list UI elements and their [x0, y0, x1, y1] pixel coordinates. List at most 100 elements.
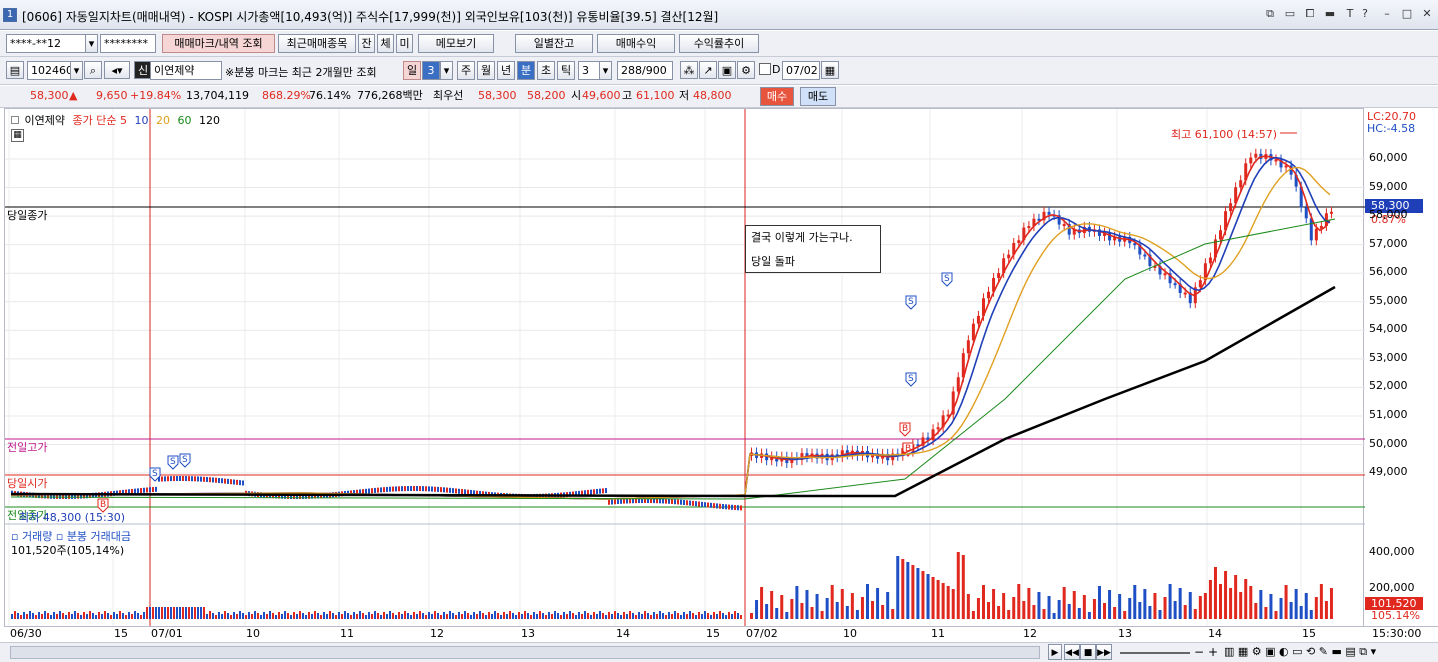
- volume-bar: [296, 614, 298, 619]
- volume-bar: [638, 612, 640, 619]
- volume-bar: [224, 611, 226, 619]
- help-icon[interactable]: ?: [1358, 7, 1372, 21]
- password-field[interactable]: ********: [100, 34, 156, 53]
- restore-layout-icon[interactable]: ⧉: [1263, 7, 1277, 21]
- date-checkbox[interactable]: [759, 63, 771, 75]
- profit-trend-button[interactable]: 수익률추이: [679, 34, 759, 53]
- sell-button[interactable]: 매도: [800, 87, 836, 106]
- volume-bar: [1173, 601, 1177, 619]
- candle: [1249, 157, 1253, 164]
- candle: [167, 476, 169, 482]
- period-month[interactable]: 월: [477, 61, 495, 80]
- daily-balance-button[interactable]: 일별잔고: [515, 34, 593, 53]
- minimize-icon[interactable]: –: [1380, 7, 1394, 21]
- period-tick[interactable]: 틱: [557, 61, 575, 80]
- volume-bar: [1163, 597, 1167, 619]
- unexecuted-tab[interactable]: 미: [396, 34, 413, 53]
- stop-icon[interactable]: ■: [1080, 644, 1096, 660]
- account-dropdown-icon[interactable]: ▾: [85, 34, 98, 53]
- mark-letter: S: [908, 374, 914, 384]
- volume-bar: [455, 615, 457, 619]
- candle: [623, 498, 625, 504]
- text-icon[interactable]: T: [1343, 7, 1357, 21]
- volume-bar: [374, 611, 376, 619]
- volume-bar: [398, 612, 400, 619]
- candle: [215, 477, 217, 483]
- period-week[interactable]: 주: [457, 61, 475, 80]
- close-icon[interactable]: ✕: [1420, 7, 1434, 21]
- indicator-icon[interactable]: ⁂: [680, 61, 698, 79]
- table-icon[interactable]: ▦: [11, 129, 24, 142]
- trade-mark-query-button[interactable]: 매매마크/내역 조회: [162, 34, 275, 53]
- drawing-tool-icon[interactable]: ↗: [699, 61, 717, 79]
- price-axis-label: 60,000: [1369, 151, 1408, 164]
- memo-box[interactable]: 결국 이렇게 가는구나. 당일 돌파: [745, 225, 881, 273]
- volume-bar: [593, 612, 595, 619]
- volume-bar: [182, 607, 184, 619]
- pin-icon[interactable]: ▬: [1323, 7, 1337, 21]
- maximize-icon[interactable]: □: [1400, 7, 1414, 21]
- period-minute[interactable]: 분: [517, 61, 535, 80]
- image-icon[interactable]: ▭: [1283, 7, 1297, 21]
- volume-bar: [284, 611, 286, 619]
- candle: [365, 488, 367, 494]
- price-axis-label: 49,000: [1369, 465, 1408, 479]
- period-year[interactable]: 년: [497, 61, 515, 80]
- candle: [608, 499, 610, 505]
- volume-bar: [323, 612, 325, 619]
- period-second[interactable]: 초: [537, 61, 555, 80]
- chart-canvas[interactable]: SS SSSSBBB: [5, 109, 1365, 629]
- volume-bar: [263, 612, 265, 619]
- candle: [1062, 224, 1066, 227]
- volume-bar: [125, 615, 127, 619]
- volume-bar: [695, 615, 697, 619]
- fast-forward-icon[interactable]: ▶▶: [1096, 644, 1112, 660]
- candle: [368, 488, 370, 494]
- date-field[interactable]: 07/02: [782, 61, 820, 80]
- volume-bar: [992, 589, 996, 619]
- volume-bar: [1234, 575, 1238, 619]
- buy-button[interactable]: 매수: [760, 87, 794, 106]
- calendar-icon[interactable]: ▦: [821, 61, 839, 79]
- zoom-in-icon[interactable]: +: [1208, 645, 1218, 659]
- volume-bar: [617, 613, 619, 619]
- period-day[interactable]: 일: [403, 61, 421, 80]
- horizontal-scrollbar[interactable]: [10, 646, 1040, 659]
- period-dropdown-icon[interactable]: ▾: [440, 61, 453, 80]
- chart-panel[interactable]: SSSSSSBBB 이연제약 종가 단순 5 10 20 60 120 ▦ 당일…: [4, 108, 1365, 629]
- stock-name-field[interactable]: 이연제약: [150, 61, 222, 80]
- layout-icon[interactable]: ▤: [6, 61, 24, 79]
- interval-dropdown-icon[interactable]: ▾: [599, 61, 612, 80]
- volume-bar: [599, 611, 601, 619]
- volume-bar: [239, 611, 241, 619]
- search-icon[interactable]: ⌕: [84, 61, 102, 79]
- rewind-icon[interactable]: ◀◀: [1064, 644, 1080, 660]
- candle-count-field[interactable]: 288/900: [617, 61, 673, 80]
- scroll-right-icon[interactable]: ▶: [1048, 644, 1062, 660]
- stock-code-field[interactable]: 102460: [27, 61, 71, 80]
- volume-pct: 868.29%: [262, 89, 311, 102]
- interval-field[interactable]: 3: [578, 61, 600, 80]
- code-dropdown-icon[interactable]: ▾: [70, 61, 83, 80]
- executed-tab[interactable]: 체: [377, 34, 394, 53]
- zoom-out-icon[interactable]: −: [1194, 645, 1204, 659]
- volume-bar: [395, 615, 397, 619]
- save-icon[interactable]: ▣: [718, 61, 736, 79]
- candle: [1183, 292, 1187, 295]
- settings-icon[interactable]: ⚙: [737, 61, 755, 79]
- memo-view-button[interactable]: 메모보기: [418, 34, 494, 53]
- candle: [614, 499, 616, 505]
- account-field[interactable]: ****-**12: [6, 34, 86, 53]
- volume-axis-label: 400,000: [1369, 545, 1415, 558]
- trade-profit-button[interactable]: 매매수익: [597, 34, 675, 53]
- balance-tab[interactable]: 잔: [358, 34, 375, 53]
- buy-mark-icon: B: [899, 422, 911, 437]
- period-day-count[interactable]: 3: [422, 61, 440, 80]
- speaker-icon[interactable]: ◂▾: [104, 61, 130, 79]
- zoom-slider[interactable]: [1120, 652, 1190, 654]
- volume-bar: [966, 594, 970, 619]
- chart-tools-icons[interactable]: ▥ ▦ ⚙ ▣ ◐ ▭ ⟲ ✎ ▬ ▤ ⧉ ▾: [1224, 645, 1376, 659]
- copy-window-icon[interactable]: ⧠: [1303, 7, 1317, 21]
- candle: [212, 477, 214, 483]
- recent-items-button[interactable]: 최근매매종목: [278, 34, 356, 53]
